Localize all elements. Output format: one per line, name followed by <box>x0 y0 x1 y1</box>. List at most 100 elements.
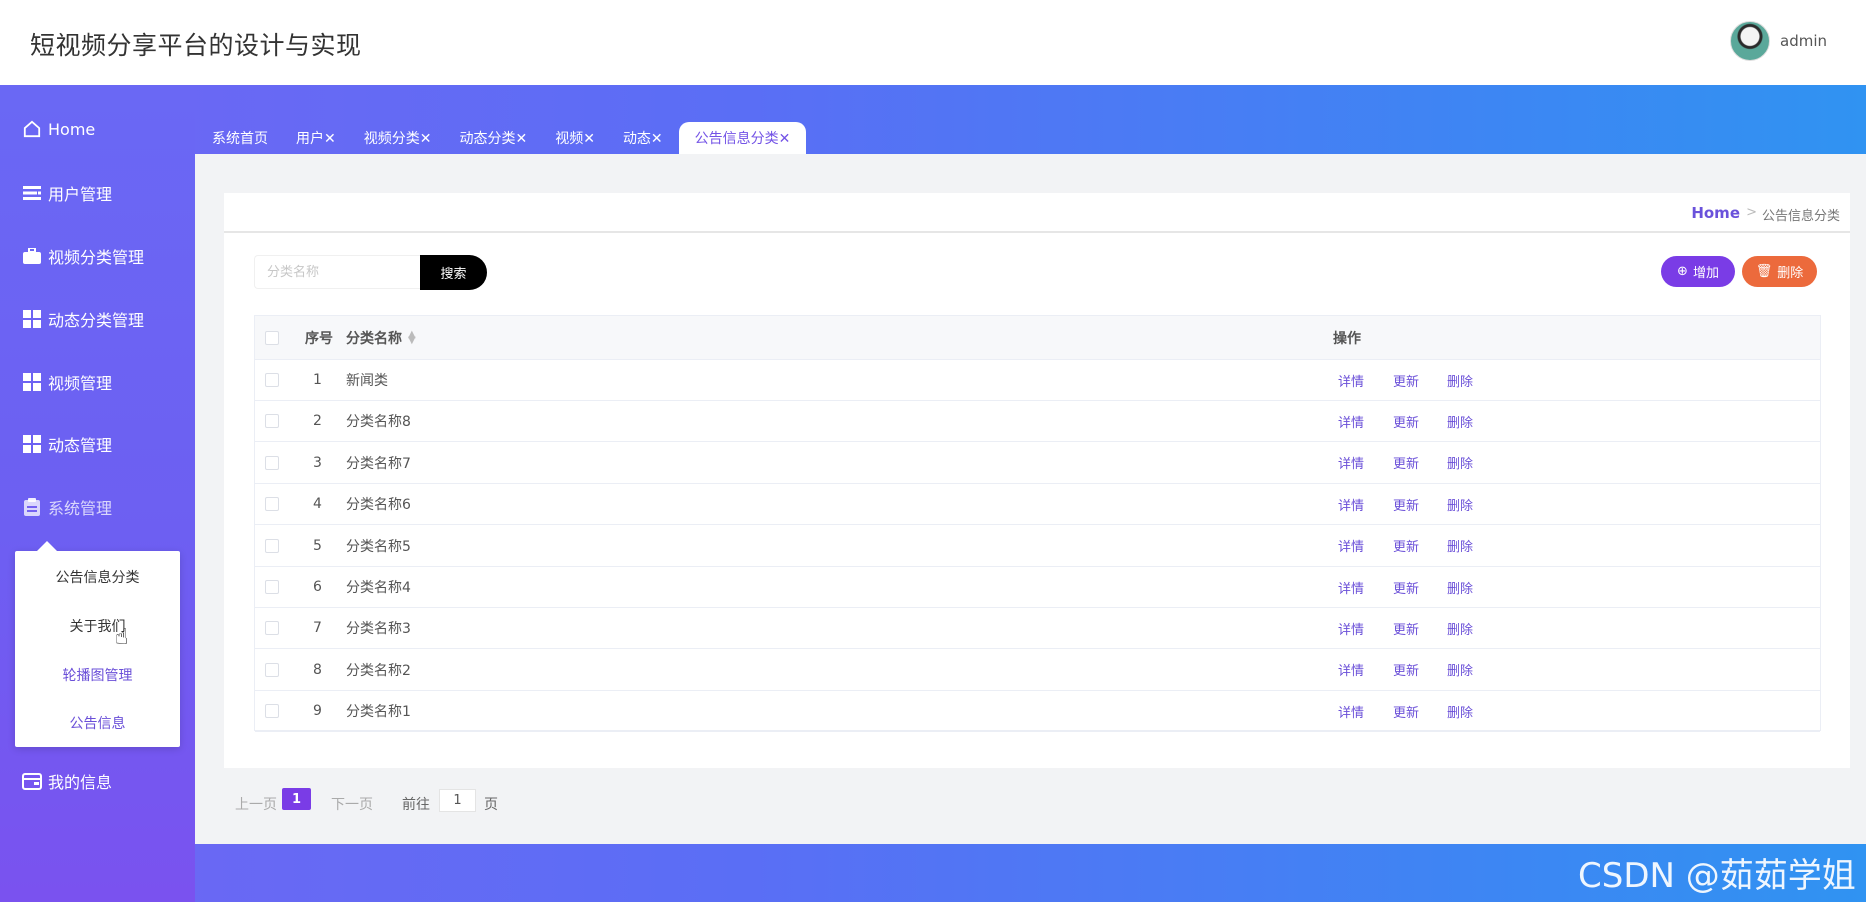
row-checkbox[interactable] <box>265 455 279 470</box>
update-link[interactable]: 更新 <box>1393 484 1419 524</box>
submenu-item-notice-category[interactable]: 公告信息分类 <box>15 567 180 587</box>
table-row: 9 分类名称1 详情 更新 删除 <box>255 691 1820 733</box>
update-link[interactable]: 更新 <box>1393 608 1419 648</box>
detail-link[interactable]: 详情 <box>1338 608 1364 648</box>
tab-moment-category[interactable]: 动态分类✕ <box>447 122 539 154</box>
submenu-item-carousel[interactable]: 轮播图管理 <box>15 665 180 685</box>
sidebar-item-label: 视频管理 <box>48 374 113 393</box>
cell-index: 4 <box>313 496 322 513</box>
detail-link[interactable]: 详情 <box>1338 484 1364 524</box>
cell-name: 分类名称2 <box>346 662 411 679</box>
page-number-current[interactable]: 1 <box>282 788 311 810</box>
main-content: Home > 公告信息分类 搜索 ⊕ 增加 🗑 删除 序号 分类名称 ▲▼ 操作 <box>195 154 1866 844</box>
update-link[interactable]: 更新 <box>1393 360 1419 400</box>
header-name[interactable]: 分类名称 ▲ ▼ <box>346 316 416 359</box>
detail-link[interactable]: 详情 <box>1338 526 1364 566</box>
sidebar-item-label: 我的信息 <box>48 773 113 792</box>
sidebar-item-system[interactable]: 系统管理 <box>22 492 112 522</box>
avatar[interactable] <box>1730 21 1770 61</box>
delete-link[interactable]: 删除 <box>1447 401 1473 441</box>
detail-link[interactable]: 详情 <box>1338 360 1364 400</box>
breadcrumb-home[interactable]: Home <box>1691 204 1740 222</box>
home-icon <box>22 119 42 139</box>
add-button[interactable]: ⊕ 增加 <box>1661 256 1735 287</box>
table-header-row: 序号 分类名称 ▲ ▼ 操作 <box>255 316 1820 360</box>
delete-link[interactable]: 删除 <box>1447 608 1473 648</box>
update-link[interactable]: 更新 <box>1393 526 1419 566</box>
trash-icon: 🗑 <box>1755 264 1773 279</box>
clipboard-icon <box>22 497 42 517</box>
breadcrumb: Home > 公告信息分类 <box>224 193 1850 233</box>
tab-users[interactable]: 用户✕ <box>284 122 348 154</box>
row-checkbox[interactable] <box>265 497 279 512</box>
detail-link[interactable]: 详情 <box>1338 567 1364 607</box>
cell-name: 分类名称3 <box>346 621 411 638</box>
sidebar-item-video-category[interactable]: 视频分类管理 <box>22 241 144 271</box>
table-row: 3 分类名称7 详情 更新 删除 <box>255 443 1820 484</box>
row-checkbox[interactable] <box>265 662 279 677</box>
cell-index: 5 <box>313 537 322 554</box>
detail-link[interactable]: 详情 <box>1338 401 1364 441</box>
delete-link[interactable]: 删除 <box>1447 650 1473 690</box>
detail-link[interactable]: 详情 <box>1338 691 1364 731</box>
table-row: 8 分类名称2 详情 更新 删除 <box>255 650 1820 691</box>
tab-notice-category[interactable]: 公告信息分类✕ <box>678 122 807 154</box>
delete-link[interactable]: 删除 <box>1447 691 1473 731</box>
delete-link[interactable]: 删除 <box>1447 484 1473 524</box>
table-row: 1 新闻类 详情 更新 删除 <box>255 360 1820 401</box>
sidebar-item-video[interactable]: 视频管理 <box>22 367 112 397</box>
goto-page-input[interactable] <box>439 789 476 812</box>
header-ops: 操作 <box>1333 330 1361 347</box>
tab-video[interactable]: 视频✕ <box>543 122 607 154</box>
sidebar-item-label: 动态分类管理 <box>48 311 145 330</box>
search-button[interactable]: 搜索 <box>420 255 487 290</box>
delete-link[interactable]: 删除 <box>1447 443 1473 483</box>
detail-link[interactable]: 详情 <box>1338 650 1364 690</box>
cell-index: 9 <box>313 703 322 720</box>
delete-link[interactable]: 删除 <box>1447 360 1473 400</box>
submenu-item-about-us[interactable]: 关于我们 <box>15 616 180 636</box>
sidebar-item-home[interactable]: Home <box>22 114 95 144</box>
page-unit-label: 页 <box>484 797 498 813</box>
next-page-button[interactable]: 下一页 <box>331 794 373 814</box>
breadcrumb-separator: > <box>1746 205 1757 220</box>
delete-button[interactable]: 🗑 删除 <box>1742 256 1817 287</box>
top-header: 短视频分享平台的设计与实现 admin <box>0 0 1866 85</box>
list-icon <box>22 183 42 203</box>
sidebar-item-moment[interactable]: 动态管理 <box>22 429 112 459</box>
prev-page-button[interactable]: 上一页 <box>235 794 277 814</box>
row-checkbox[interactable] <box>265 538 279 553</box>
row-checkbox[interactable] <box>265 373 279 387</box>
delete-link[interactable]: 删除 <box>1447 526 1473 566</box>
row-checkbox[interactable] <box>265 704 279 719</box>
sidebar-item-label: 视频分类管理 <box>48 248 145 267</box>
table-row: 6 分类名称4 详情 更新 删除 <box>255 567 1820 608</box>
update-link[interactable]: 更新 <box>1393 567 1419 607</box>
row-checkbox[interactable] <box>265 414 279 429</box>
tab-video-category[interactable]: 视频分类✕ <box>352 122 444 154</box>
update-link[interactable]: 更新 <box>1393 401 1419 441</box>
header-name-label: 分类名称 <box>346 330 402 347</box>
update-link[interactable]: 更新 <box>1393 691 1419 731</box>
sidebar-item-label: Home <box>48 119 96 139</box>
username-label[interactable]: admin <box>1780 32 1827 50</box>
sort-icon[interactable]: ▲ ▼ <box>408 329 416 345</box>
delete-link[interactable]: 删除 <box>1447 567 1473 607</box>
add-button-label: 增加 <box>1692 266 1719 281</box>
sidebar-item-my-info[interactable]: 我的信息 <box>22 766 112 796</box>
sidebar-item-moment-category[interactable]: 动态分类管理 <box>22 304 144 334</box>
sidebar-item-users[interactable]: 用户管理 <box>22 178 112 208</box>
row-checkbox[interactable] <box>265 580 279 594</box>
cell-name: 分类名称7 <box>346 455 411 472</box>
submenu-item-notice[interactable]: 公告信息 <box>15 713 180 733</box>
search-input[interactable] <box>254 255 420 289</box>
detail-link[interactable]: 详情 <box>1338 443 1364 483</box>
delete-button-label: 删除 <box>1777 266 1804 281</box>
update-link[interactable]: 更新 <box>1393 443 1419 483</box>
row-checkbox[interactable] <box>265 621 279 636</box>
select-all-checkbox[interactable] <box>265 330 279 345</box>
tab-moment[interactable]: 动态✕ <box>611 122 675 154</box>
update-link[interactable]: 更新 <box>1393 650 1419 690</box>
tab-home[interactable]: 系统首页 <box>200 122 280 154</box>
system-submenu: 公告信息分类 关于我们 轮播图管理 公告信息 <box>15 541 180 747</box>
